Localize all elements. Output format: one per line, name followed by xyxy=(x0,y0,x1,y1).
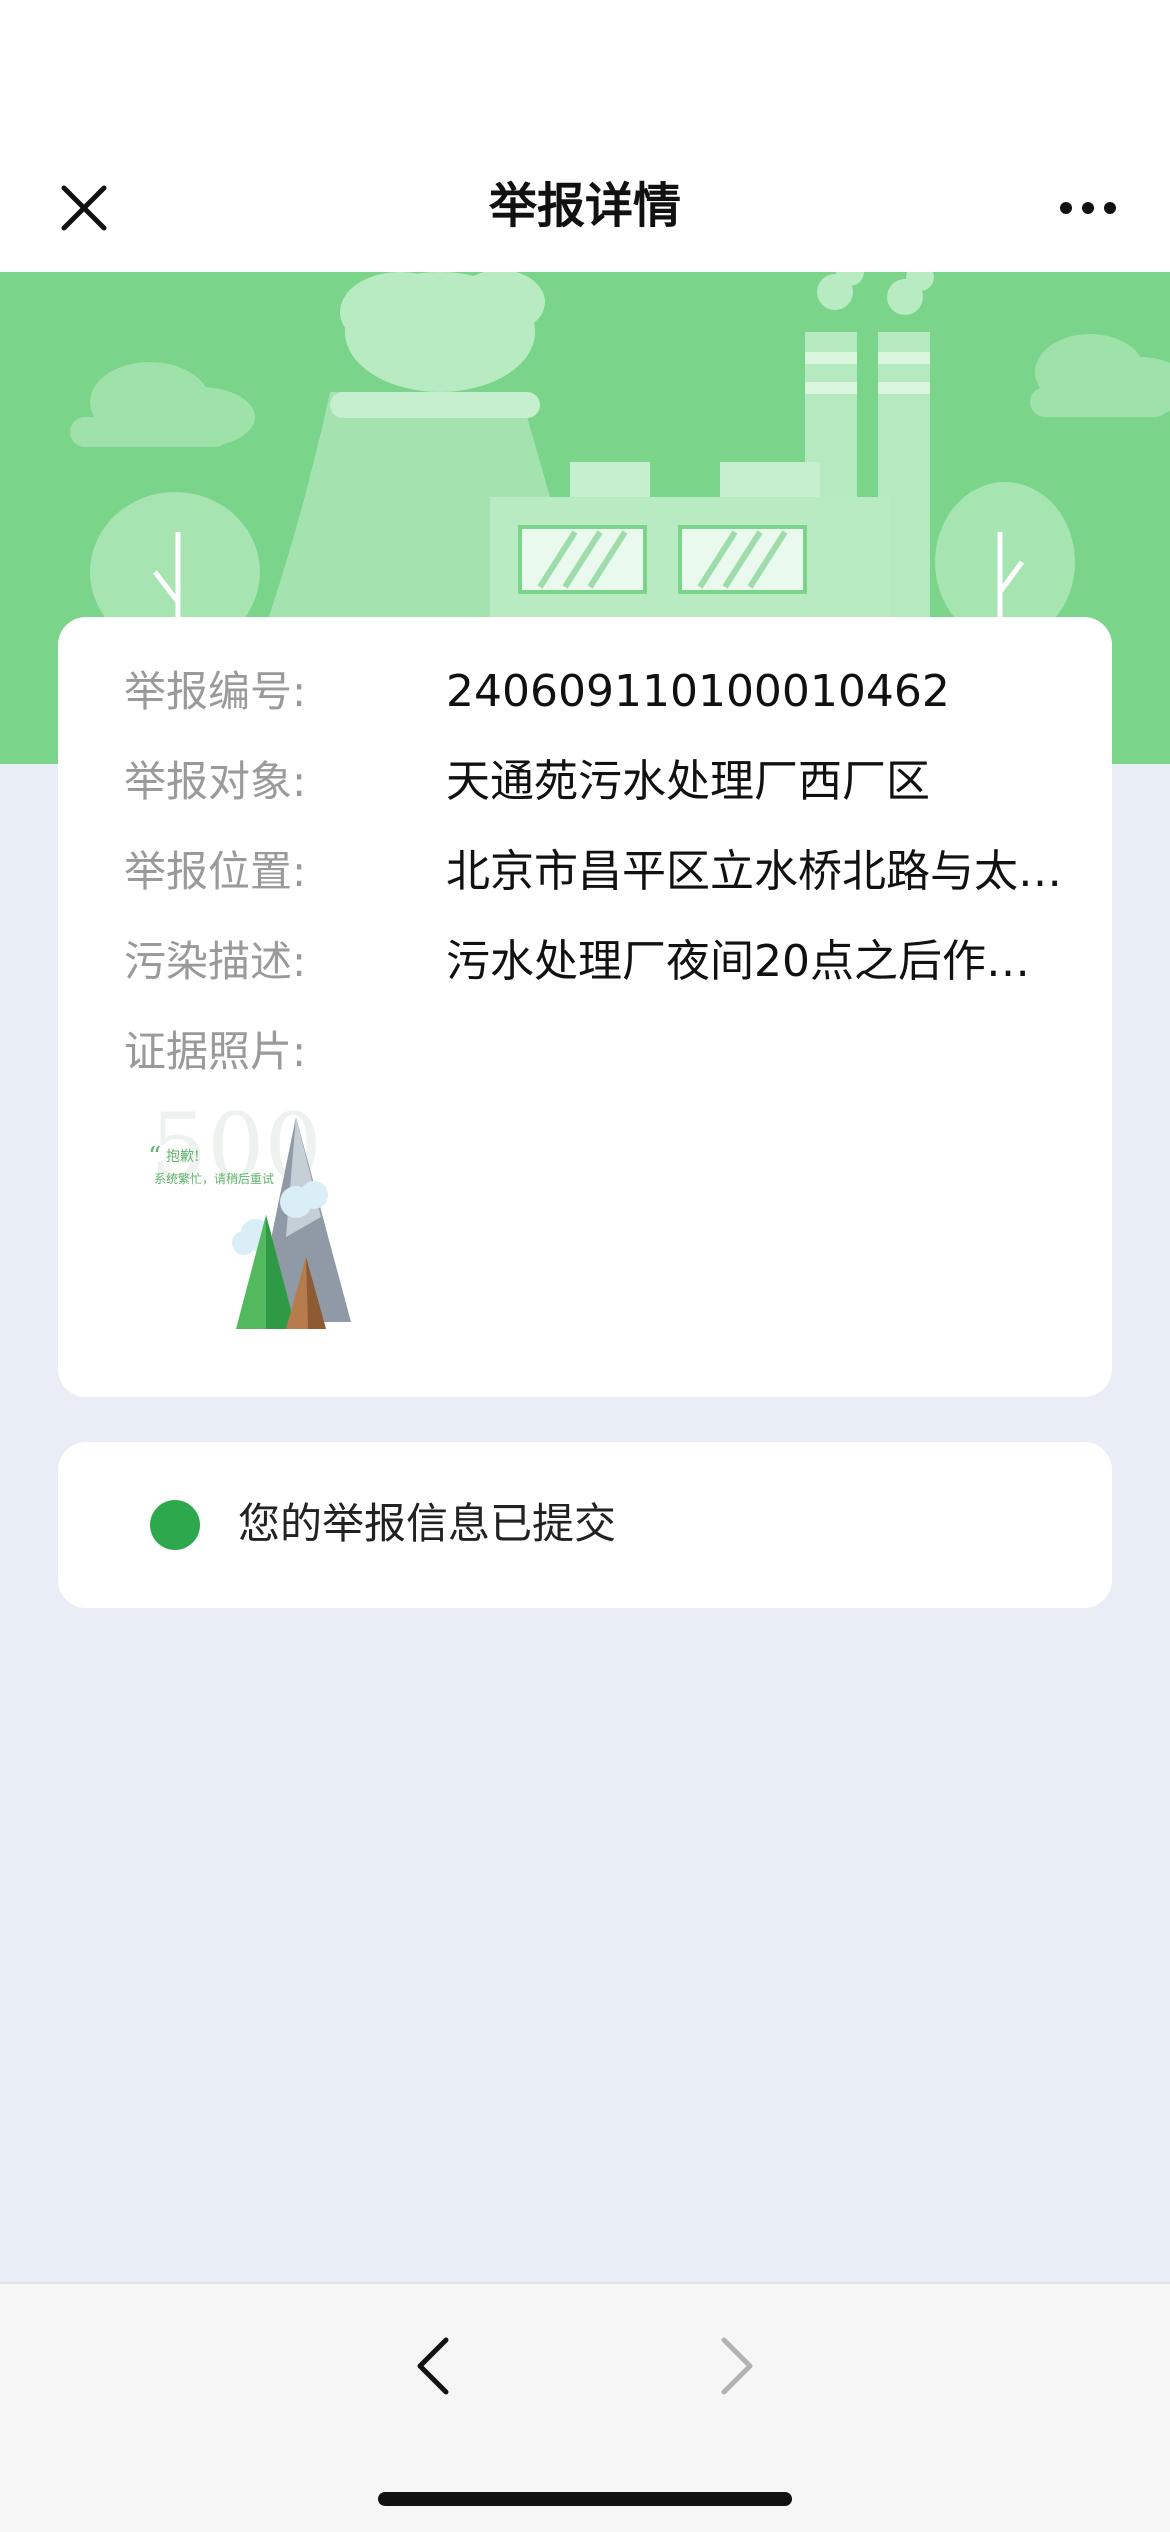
report-info-card: 举报编号: 240609110100010462 举报对象: 天通苑污水处理厂西… xyxy=(58,617,1112,1397)
report-description-value: 污水处理厂夜间20点之后作业散… xyxy=(446,936,1072,987)
evidence-photos-label: 证据照片: xyxy=(124,1027,307,1076)
report-id-value: 240609110100010462 xyxy=(446,666,950,717)
more-icon[interactable] xyxy=(1056,188,1120,228)
page-title: 举报详情 xyxy=(488,178,681,234)
chevron-right-icon[interactable] xyxy=(708,2326,764,2406)
status-dot-icon xyxy=(150,1500,200,1550)
svg-text:“: “ xyxy=(148,1142,161,1172)
report-location-value: 北京市昌平区立水桥北路与太平… xyxy=(446,846,1072,897)
submission-status-card: 您的举报信息已提交 xyxy=(58,1442,1112,1608)
report-target-label: 举报对象: xyxy=(124,757,307,806)
report-target-row: 举报对象: 天通苑污水处理厂西厂区 xyxy=(124,752,1072,812)
report-description-row[interactable]: 污染描述: 污水处理厂夜间20点之后作业散… xyxy=(124,932,1072,992)
report-target-value: 天通苑污水处理厂西厂区 xyxy=(446,756,930,807)
report-location-row[interactable]: 举报位置: 北京市昌平区立水桥北路与太平… xyxy=(124,842,1072,902)
error-title: 抱歉! xyxy=(166,1148,200,1165)
evidence-photo-thumbnail[interactable]: 500 “ 抱歉! 系统繁忙，请稍后重试 xyxy=(146,1094,376,1347)
report-description-label: 污染描述: xyxy=(124,937,307,986)
status-bar-area xyxy=(0,0,1170,140)
error-message: 系统繁忙，请稍后重试 xyxy=(154,1171,274,1186)
report-id-label: 举报编号: xyxy=(124,667,307,716)
status-text: 您的举报信息已提交 xyxy=(238,1499,617,1548)
navigation-bar: 举报详情 xyxy=(0,140,1170,272)
evidence-photos-row: 证据照片: xyxy=(124,1022,1072,1082)
report-location-label: 举报位置: xyxy=(124,847,307,896)
home-indicator xyxy=(378,2492,792,2506)
browser-toolbar xyxy=(0,2282,1170,2532)
report-id-row: 举报编号: 240609110100010462 xyxy=(124,662,1072,722)
chevron-left-icon[interactable] xyxy=(406,2326,462,2406)
